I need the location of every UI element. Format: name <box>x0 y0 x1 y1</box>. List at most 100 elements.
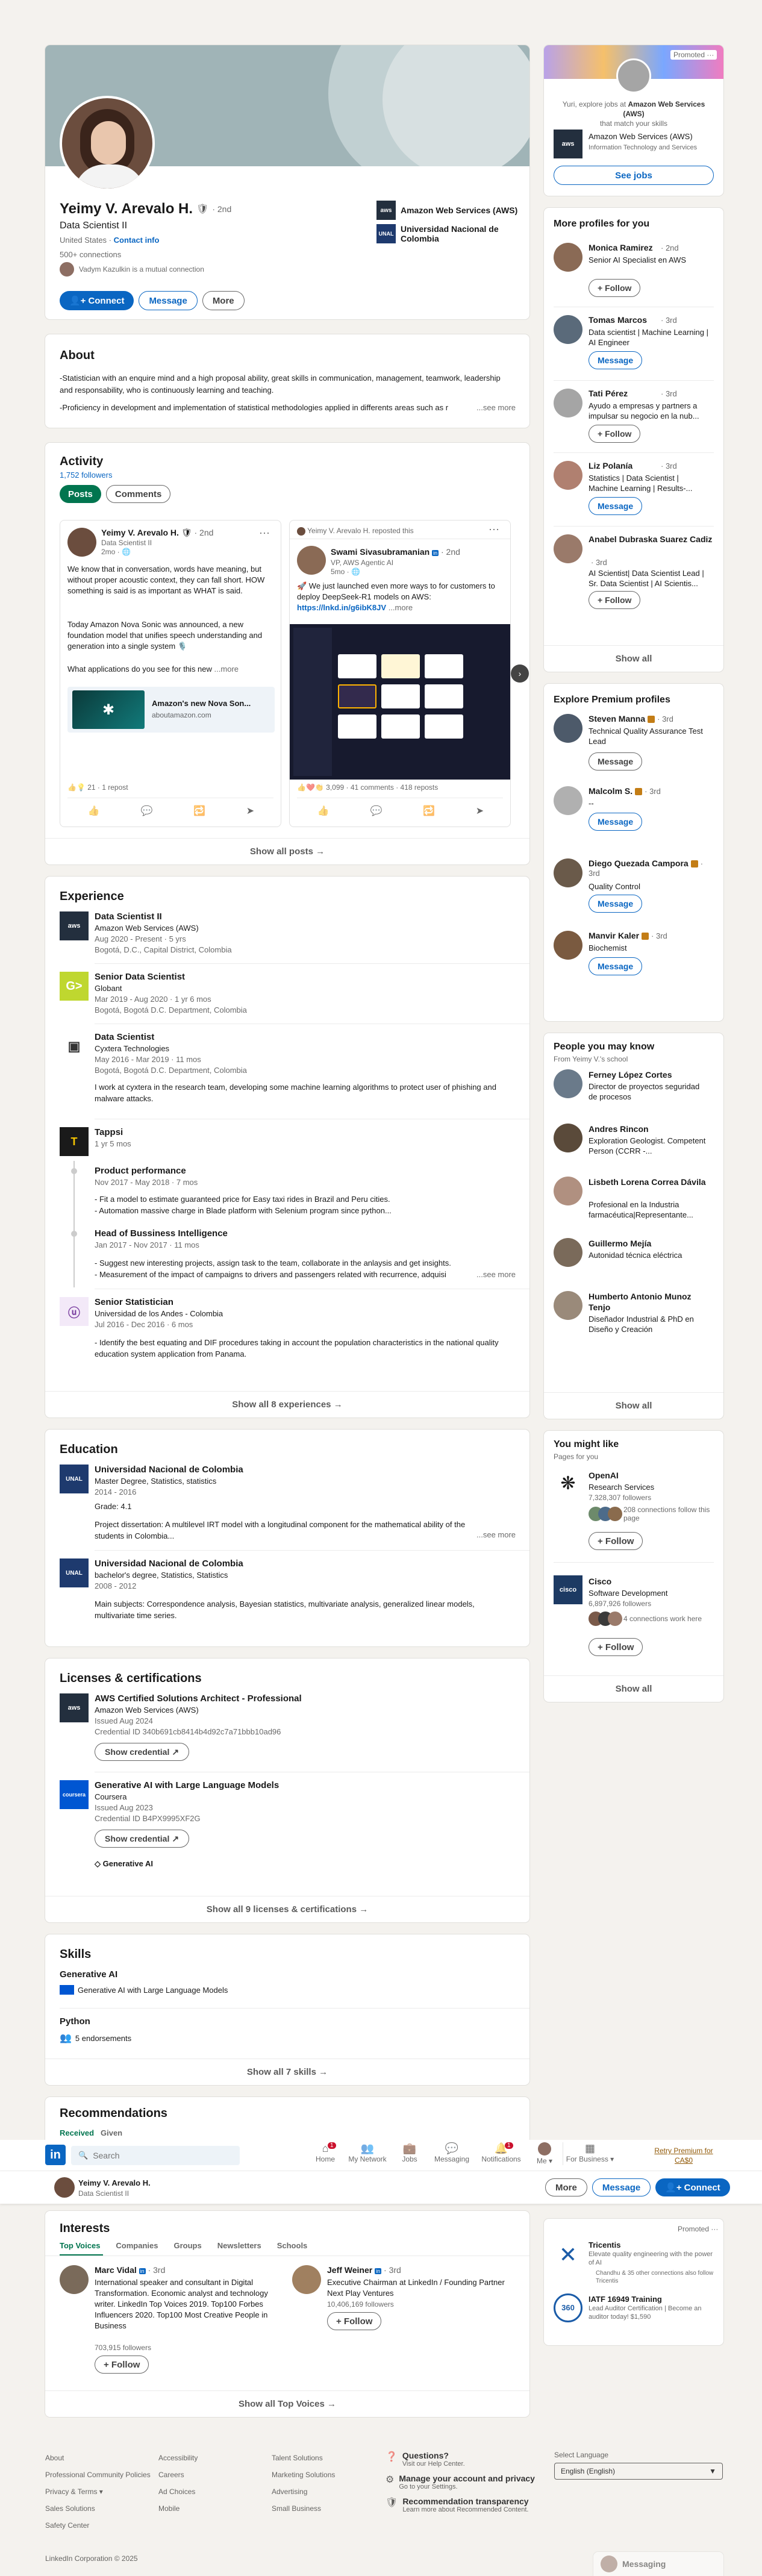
voice-avatar[interactable] <box>60 2265 89 2294</box>
unal-logo[interactable]: UNAL <box>60 1558 89 1587</box>
sticky-more-button[interactable]: More <box>545 2178 587 2196</box>
show-all-profiles[interactable]: Show all <box>544 645 723 672</box>
post-link[interactable]: https://lnkd.in/g6ibK8JV <box>297 603 386 612</box>
message-button[interactable]: Message <box>589 752 643 771</box>
post-more-link[interactable]: ...more <box>214 664 239 674</box>
nav-messaging[interactable]: 💬 Messaging <box>428 2142 476 2165</box>
tappsi-logo[interactable]: T <box>60 1127 89 1156</box>
post-card[interactable]: Yeimy V. Arevalo H. reposted this ··· Sw… <box>289 520 511 827</box>
profile-avatar[interactable] <box>554 1238 582 1267</box>
footer-questions[interactable]: Questions? <box>402 2451 465 2460</box>
comment-icon[interactable]: 💬 <box>140 805 152 817</box>
follow-button[interactable]: + Follow <box>589 1532 643 1550</box>
tricentis-logo[interactable]: ✕ <box>554 2240 582 2269</box>
profile-avatar[interactable] <box>554 315 582 344</box>
aws-logo[interactable]: aws <box>60 911 89 940</box>
language-select[interactable]: English (English) ▼ <box>554 2463 723 2480</box>
nav-jobs[interactable]: 💼 Jobs <box>392 2142 428 2165</box>
like-icon[interactable]: 👍 <box>317 805 329 817</box>
education-school[interactable]: UNAL Universidad Nacional de Colombia <box>376 224 521 243</box>
footer-link[interactable]: Privacy & Terms ▾ <box>45 2483 151 2500</box>
carousel-next-button[interactable]: › <box>511 664 529 683</box>
more-button[interactable]: More <box>202 291 245 310</box>
skill-name[interactable]: Python <box>60 2016 90 2027</box>
profile-name[interactable]: Manvir Kaler <box>589 931 639 940</box>
uniandes-logo[interactable]: ⓤ <box>60 1297 89 1326</box>
skill-name[interactable]: Generative AI <box>60 1969 117 1980</box>
follow-button[interactable]: + Follow <box>327 2312 382 2330</box>
profile-name[interactable]: Anabel Dubraska Suarez Cadiz <box>589 534 715 544</box>
repost-icon[interactable]: 🔁 <box>193 805 205 817</box>
profile-avatar[interactable] <box>554 389 582 417</box>
profile-avatar[interactable] <box>554 461 582 490</box>
show-all-pages[interactable]: Show all <box>544 1675 723 1702</box>
more-icon[interactable]: ··· <box>707 51 714 59</box>
tab-comments[interactable]: Comments <box>105 485 171 503</box>
comment-icon[interactable]: 💬 <box>370 805 382 817</box>
profile-name[interactable]: Diego Quezada Campora <box>589 858 689 868</box>
follow-button[interactable]: + Follow <box>589 591 641 609</box>
show-credential-button[interactable]: Show credential ↗ <box>95 1830 190 1848</box>
profile-photo[interactable] <box>60 96 155 191</box>
premium-link[interactable]: Retry Premium for CA$0 <box>651 2146 717 2165</box>
footer-link[interactable]: Advertising <box>272 2483 335 2500</box>
coursera-logo[interactable]: coursera <box>60 1780 89 1809</box>
tab-posts[interactable]: Posts <box>60 485 101 503</box>
nav-me[interactable]: Me ▾ <box>526 2142 563 2165</box>
send-icon[interactable]: ➤ <box>476 805 484 817</box>
footer-link[interactable]: Safety Center <box>45 2517 151 2534</box>
follow-button[interactable]: + Follow <box>589 279 641 297</box>
sticky-connect-button[interactable]: 👤+ Connect <box>655 2178 730 2196</box>
post-image[interactable] <box>290 624 510 780</box>
footer-link[interactable]: Marketing Solutions <box>272 2466 335 2483</box>
repost-icon[interactable]: 🔁 <box>423 805 435 817</box>
voice-name[interactable]: Marc Vidal <box>95 2265 137 2275</box>
voice-name[interactable]: Jeff Weiner <box>327 2265 372 2275</box>
search-input[interactable] <box>93 2151 226 2160</box>
aws-logo[interactable]: aws <box>60 1693 89 1722</box>
post-stats[interactable]: 3,099 · 41 comments · 418 reposts <box>326 783 438 792</box>
sticky-message-button[interactable]: Message <box>592 2178 651 2196</box>
iatf-logo[interactable]: 360 <box>554 2293 582 2322</box>
show-credential-button[interactable]: Show credential ↗ <box>95 1743 190 1761</box>
show-all-licenses[interactable]: Show all 9 licenses & certifications → <box>45 1896 529 1922</box>
mutual-connection[interactable]: Vadym Kazulkin is a mutual connection <box>79 265 204 274</box>
nav-home[interactable]: ⌂ Home 1 <box>307 2142 343 2165</box>
ad-name[interactable]: IATF 16949 Training <box>589 2295 662 2304</box>
see-more-link[interactable]: ...see more <box>476 1530 516 1539</box>
profile-name[interactable]: Guillermo Mejía <box>589 1238 709 1249</box>
openai-logo[interactable]: ❋ <box>554 1469 582 1498</box>
tab-newsletters[interactable]: Newsletters <box>217 2241 261 2250</box>
send-icon[interactable]: ➤ <box>246 805 254 817</box>
link-preview[interactable]: ✱ Amazon's new Nova Son... aboutamazon.c… <box>67 687 275 733</box>
page-name[interactable]: OpenAI <box>589 1471 619 1480</box>
globant-logo[interactable]: G> <box>60 972 89 1001</box>
nav-notifications[interactable]: 🔔 Notifications 1 <box>476 2142 526 2165</box>
tab-schools[interactable]: Schools <box>277 2241 308 2250</box>
connections-count[interactable]: 500+ connections <box>60 250 121 259</box>
footer-link[interactable]: Mobile <box>158 2500 198 2517</box>
voice-avatar[interactable] <box>292 2265 321 2294</box>
footer-transparency[interactable]: Recommendation transparency <box>402 2496 528 2506</box>
message-button[interactable]: Message <box>589 497 643 515</box>
profile-name[interactable]: Steven Manna <box>589 714 645 724</box>
message-button[interactable]: Message <box>589 895 643 913</box>
post-card[interactable]: Yeimy V. Arevalo H. 🛡 · 2nd Data Scienti… <box>60 520 281 827</box>
profile-avatar[interactable] <box>554 1124 582 1152</box>
contact-info-link[interactable]: Contact info <box>114 236 160 245</box>
tab-groups[interactable]: Groups <box>174 2241 202 2250</box>
profile-avatar[interactable] <box>554 714 582 743</box>
see-more-link[interactable]: ...see more <box>476 1270 516 1279</box>
profile-avatar[interactable] <box>554 931 582 960</box>
post-menu-icon[interactable]: ··· <box>259 527 270 539</box>
cisco-logo[interactable]: cisco <box>554 1575 582 1604</box>
follow-button[interactable]: + Follow <box>95 2356 149 2374</box>
post-more-link[interactable]: ...more <box>389 603 413 612</box>
footer-link[interactable]: Small Business <box>272 2500 335 2517</box>
show-all-experiences[interactable]: Show all 8 experiences → <box>45 1391 529 1418</box>
profile-name[interactable]: Ferney López Cortes <box>589 1069 709 1080</box>
show-all-pymk[interactable]: Show all <box>544 1392 723 1419</box>
messaging-dock[interactable]: Messaging <box>593 2552 723 2576</box>
profile-avatar[interactable] <box>554 534 582 563</box>
cyxtera-logo[interactable]: ▣ <box>60 1032 89 1061</box>
